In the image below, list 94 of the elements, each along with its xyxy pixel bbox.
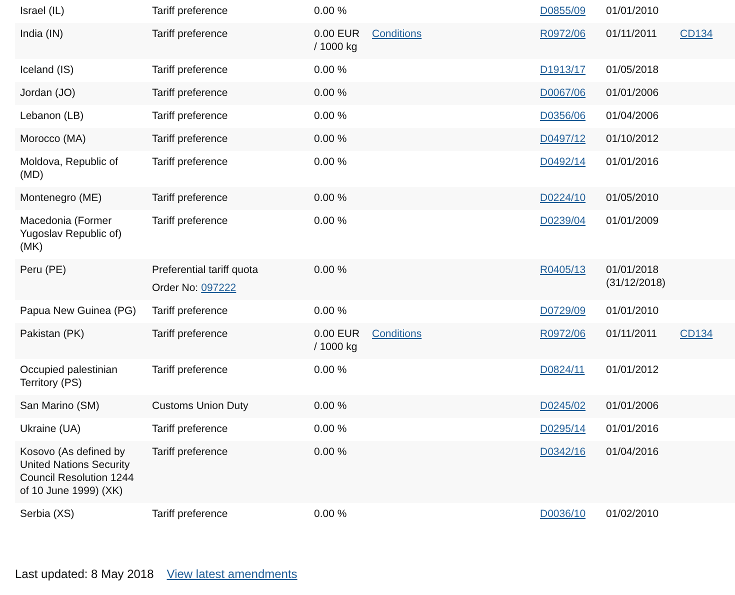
start-date-cell-text: 01/05/2018 [606, 64, 660, 77]
start-date-cell-text: 01/05/2010 [606, 192, 660, 205]
order-number-link[interactable]: 097222 [201, 282, 236, 295]
country-cell: Serbia (XS) [20, 508, 74, 520]
measure-cell-text: Tariff preference [152, 87, 229, 100]
regulation-link[interactable]: D0492/14 [540, 156, 586, 168]
regulation-link[interactable]: D0245/02 [540, 400, 586, 412]
start-date-cell-text: 01/10/2012 [606, 133, 660, 146]
start-date-cell-text: 01/01/2010 [606, 305, 660, 318]
measure-cell-text: Tariff preference [152, 364, 229, 377]
country-cell: San Marino (SM) [20, 400, 100, 412]
start-date-cell-text: 01/01/2006 [606, 87, 660, 100]
measure-cell-text: Tariff preference [152, 156, 229, 169]
duty-cell-text: 0.00 EUR / 1000 kg [314, 328, 361, 354]
country-cell: Morocco (MA) [20, 133, 86, 145]
duty-cell-text: 0.00 % [314, 364, 348, 377]
country-cell: Ukraine (UA) [20, 423, 81, 435]
start-date-cell-text: 01/01/2006 [606, 400, 660, 413]
duty-cell-text: 0.00 % [314, 87, 348, 100]
start-date-cell-text: 01/01/2016 [606, 423, 660, 436]
country-cell: Moldova, Republic of (MD) [20, 156, 118, 181]
measure-cell-text: Preferential tariff quota [152, 264, 260, 277]
country-cell: Montenegro (ME) [20, 192, 102, 204]
start-date-cell-text: 01/01/2012 [606, 364, 660, 377]
regulation-link[interactable]: D0342/16 [540, 446, 586, 458]
measure-cell-text: Tariff preference [152, 64, 229, 77]
regulation-link[interactable]: D0824/11 [540, 364, 585, 376]
regulation-link[interactable]: D0497/12 [540, 133, 586, 145]
duty-cell-text: 0.00 EUR / 1000 kg [314, 28, 361, 54]
regulation-link[interactable]: D0356/06 [540, 110, 586, 122]
measure-cell-text: Customs Union Duty [152, 400, 250, 413]
regulation-link[interactable]: D1913/17 [540, 64, 586, 76]
duty-cell-text: 0.00 % [314, 192, 348, 205]
regulation-link[interactable]: D0239/04 [540, 215, 586, 227]
measure-cell-text: Tariff preference [152, 28, 229, 41]
country-cell: Papua New Guinea (PG) [20, 305, 136, 317]
country-cell: Iceland (IS) [20, 64, 74, 76]
country-cell: Lebanon (LB) [20, 110, 84, 122]
start-date-cell-text: 01/04/2016 [606, 446, 660, 459]
start-date-cell-text: 01/01/2009 [606, 215, 660, 228]
country-cell: Occupied palestinian Territory (PS) [20, 364, 118, 389]
amendments-link[interactable]: View latest amendments [166, 568, 298, 581]
duty-cell-text: 0.00 % [314, 508, 348, 521]
duty-cell-text: 0.00 % [314, 423, 348, 436]
conditions-link[interactable]: Conditions [372, 328, 422, 340]
start-date-cell-text: 01/01/2016 [606, 156, 660, 169]
duty-cell-text: 0.00 % [314, 215, 348, 228]
measure-cell-text: Tariff preference [152, 192, 229, 205]
start-date-cell-text: 01/11/2011 [606, 28, 658, 41]
measure-cell-text: Tariff preference [152, 423, 229, 436]
measure-cell-text: Tariff preference [152, 215, 229, 228]
start-date-cell-text: 01/02/2010 [606, 508, 660, 521]
duty-cell-text: 0.00 % [314, 446, 348, 459]
conditions-link[interactable]: Conditions [372, 28, 422, 40]
country-cell: Kosovo (As defined by United Nations Security Council Resolution 1244 of 10 June 1999) (XK) [20, 446, 134, 497]
country-cell: Jordan (JO) [20, 87, 76, 99]
regulation-link[interactable]: D0295/14 [540, 423, 586, 435]
regulation-link[interactable]: R0972/06 [540, 328, 586, 340]
regulation-link[interactable]: D0729/09 [540, 305, 586, 317]
regulation-link[interactable]: D0036/10 [540, 508, 586, 520]
start-date-cell-text: 01/04/2006 [606, 110, 660, 123]
start-date-cell-text: 01/11/2011 [606, 328, 658, 341]
country-cell: Peru (PE) [20, 264, 66, 276]
order-label: Order No: [152, 282, 198, 295]
regulation-link[interactable]: D0067/06 [540, 87, 586, 99]
duty-cell-text: 0.00 % [314, 400, 348, 413]
duty-cell-text: 0.00 % [314, 64, 348, 77]
measure-cell-text: Tariff preference [152, 508, 229, 521]
start-date-cell-text: 01/01/2010 [606, 5, 660, 18]
footnote-link[interactable]: CD134 [680, 328, 713, 340]
duty-cell-text: 0.00 % [314, 110, 348, 123]
last-updated-text: Last updated: 8 May 2018 [15, 568, 154, 581]
duty-cell-text: 0.00 % [314, 156, 348, 169]
regulation-link[interactable]: R0972/06 [540, 28, 586, 40]
regulation-link[interactable]: D0224/10 [540, 192, 586, 204]
duty-cell-text: 0.00 % [314, 5, 348, 18]
footnote-link[interactable]: CD134 [680, 28, 713, 40]
country-cell: Pakistan (PK) [20, 328, 84, 340]
country-cell: India (IN) [20, 28, 64, 40]
measure-cell-text: Tariff preference [152, 305, 229, 318]
duty-cell-text: 0.00 % [314, 264, 348, 277]
measure-cell-text: Tariff preference [152, 446, 229, 459]
measure-cell-text: Tariff preference [152, 133, 229, 146]
country-cell: Israel (IL) [20, 5, 64, 17]
end-date-cell-text: (31/12/2018) [606, 277, 667, 290]
duty-cell-text: 0.00 % [314, 133, 348, 146]
measure-cell-text: Tariff preference [152, 5, 229, 18]
start-date-cell-text: 01/01/2018 [606, 264, 660, 277]
regulation-link[interactable]: D0855/09 [540, 5, 586, 17]
regulation-link[interactable]: R0405/13 [540, 264, 586, 276]
country-cell: Macedonia (Former Yugoslav Republic of) (MK) [20, 215, 122, 253]
measure-cell-text: Tariff preference [152, 328, 229, 341]
measure-cell-text: Tariff preference [152, 110, 229, 123]
duty-cell-text: 0.00 % [314, 305, 348, 318]
